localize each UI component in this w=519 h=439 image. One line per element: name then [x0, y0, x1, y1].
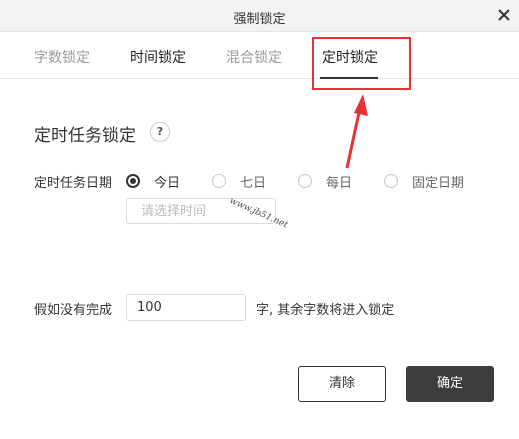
tab-time-lock[interactable]: 时间锁定: [130, 47, 186, 67]
confirm-button[interactable]: 确定: [406, 366, 494, 402]
tab-mixed-lock[interactable]: 混合锁定: [226, 47, 282, 67]
radio-daily[interactable]: 每日: [298, 173, 353, 191]
fallback-suffix: 字, 其余字数将进入锁定: [256, 303, 395, 318]
annotation-arrow-icon: [345, 94, 368, 169]
word-count-input[interactable]: [126, 294, 246, 321]
radio-today-dot: [126, 174, 140, 188]
fallback-label: 假如没有完成: [34, 303, 113, 318]
title-bar: 强制锁定: [0, 0, 519, 32]
radio-fixed-date-dot: [384, 174, 398, 188]
radio-daily-label: 每日: [326, 175, 353, 191]
section-title: 定时任务锁定: [34, 126, 136, 146]
tab-word-lock[interactable]: 字数锁定: [34, 47, 90, 67]
radio-seven-days-dot: [212, 174, 226, 188]
schedule-date-label: 定时任务日期: [34, 176, 113, 191]
annotation-highlight-box: [312, 37, 411, 90]
close-icon[interactable]: [495, 6, 513, 24]
clear-button[interactable]: 清除: [298, 366, 386, 402]
radio-seven-days[interactable]: 七日: [212, 173, 267, 191]
radio-fixed-date[interactable]: 固定日期: [384, 173, 465, 191]
radio-today[interactable]: 今日: [126, 173, 181, 191]
radio-seven-days-label: 七日: [240, 175, 267, 191]
help-icon[interactable]: ?: [150, 122, 170, 142]
radio-today-label: 今日: [154, 175, 181, 191]
radio-daily-dot: [298, 174, 312, 188]
radio-fixed-date-label: 固定日期: [412, 175, 465, 191]
window-title: 强制锁定: [233, 12, 286, 27]
